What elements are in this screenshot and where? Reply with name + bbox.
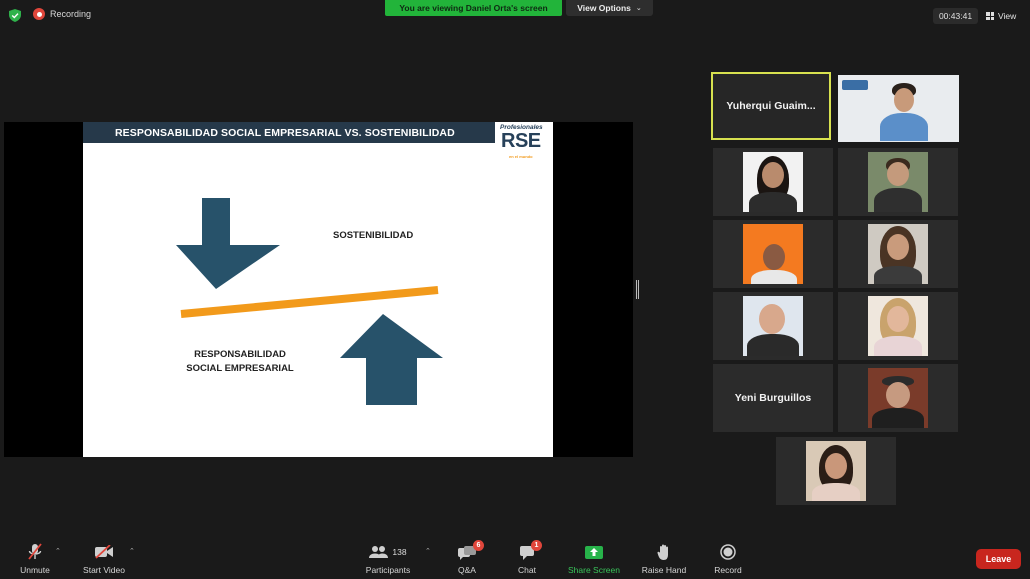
up-arrow-icon [340,314,443,405]
presentation-slide: RESPONSABILIDAD SOCIAL EMPRESARIAL VS. S… [83,122,553,457]
shared-screen[interactable]: RESPONSABILIDAD SOCIAL EMPRESARIAL VS. S… [4,122,633,457]
participant-video [743,296,803,356]
participants-options-caret-icon[interactable]: ⌃ [425,547,431,555]
participant-tile-video[interactable] [838,148,958,216]
record-label: Record [714,565,742,575]
participant-tile-video[interactable] [713,148,833,216]
balance-bar [180,286,439,318]
audio-options-caret-icon[interactable]: ⌃ [55,547,61,555]
microphone-muted-icon [28,543,42,560]
unmute-label: Unmute [20,565,50,575]
participant-video [868,368,928,428]
participant-tile-video[interactable] [713,220,833,288]
participants-count: 138 [392,547,407,557]
qa-label: Q&A [458,565,476,575]
meeting-timer: 00:43:41 [933,8,978,24]
down-arrow-icon [176,198,280,289]
qa-badge: 6 [473,540,484,551]
participant-tile-active-speaker[interactable]: Yuherqui Guaim... [711,72,831,140]
view-options-button[interactable]: View Options ⌄ [566,0,653,16]
participants-button[interactable]: 138 Participants [353,543,423,577]
background-logo [842,80,868,90]
view-button[interactable]: View [986,8,1016,24]
share-screen-icon [585,545,603,559]
record-button[interactable]: Record [693,543,763,577]
view-options-label: View Options [577,3,631,13]
raise-hand-button[interactable]: Raise Hand [629,543,699,577]
participant-tile-video[interactable] [838,75,959,142]
split-resize-handle[interactable] [636,280,639,299]
participant-tile-video[interactable] [776,437,896,505]
participants-label: Participants [365,565,411,575]
slide-graphic [176,198,443,405]
video-options-caret-icon[interactable]: ⌃ [129,547,135,555]
participant-video [743,224,803,284]
participant-video [876,81,936,141]
video-camera-off-icon [95,545,113,559]
label-sostenibilidad: SOSTENIBILIDAD [333,230,414,241]
leave-button[interactable]: Leave [976,549,1021,569]
participant-name: Yeni Burguillos [734,392,812,404]
participant-tile-video[interactable] [838,292,958,360]
raise-hand-icon [657,544,668,560]
participant-name: Yuherqui Guaim... [726,100,816,112]
participant-tile-video[interactable] [838,364,958,432]
share-screen-label: Share Screen [568,565,620,575]
participant-tile-video[interactable] [838,220,958,288]
security-shield-icon[interactable] [9,9,21,22]
participant-video [868,152,928,212]
participant-video [743,152,803,212]
recording-icon [33,8,45,20]
recording-indicator[interactable]: Recording [33,8,91,20]
raise-hand-label: Raise Hand [641,565,687,575]
participant-tile-video[interactable] [713,292,833,360]
participants-icon [369,546,389,558]
chat-label: Chat [518,565,536,575]
start-video-label: Start Video [83,565,125,575]
participant-video [868,296,928,356]
grid-view-icon [986,12,994,20]
participant-video [868,224,928,284]
participant-video [806,441,866,501]
chevron-down-icon: ⌄ [635,5,642,12]
participant-tile-name-only[interactable]: Yeni Burguillos [713,364,833,432]
chat-button[interactable]: 1 Chat [492,540,562,577]
label-rse: RESPONSABILIDAD SOCIAL EMPRESARIAL [186,349,294,374]
recording-label: Recording [50,9,92,19]
share-screen-button[interactable]: Share Screen [559,543,629,577]
viewing-screen-banner: You are viewing Daniel Orta's screen [385,0,562,16]
view-label: View [998,11,1017,21]
chat-badge: 1 [531,540,542,551]
record-icon [720,544,736,560]
